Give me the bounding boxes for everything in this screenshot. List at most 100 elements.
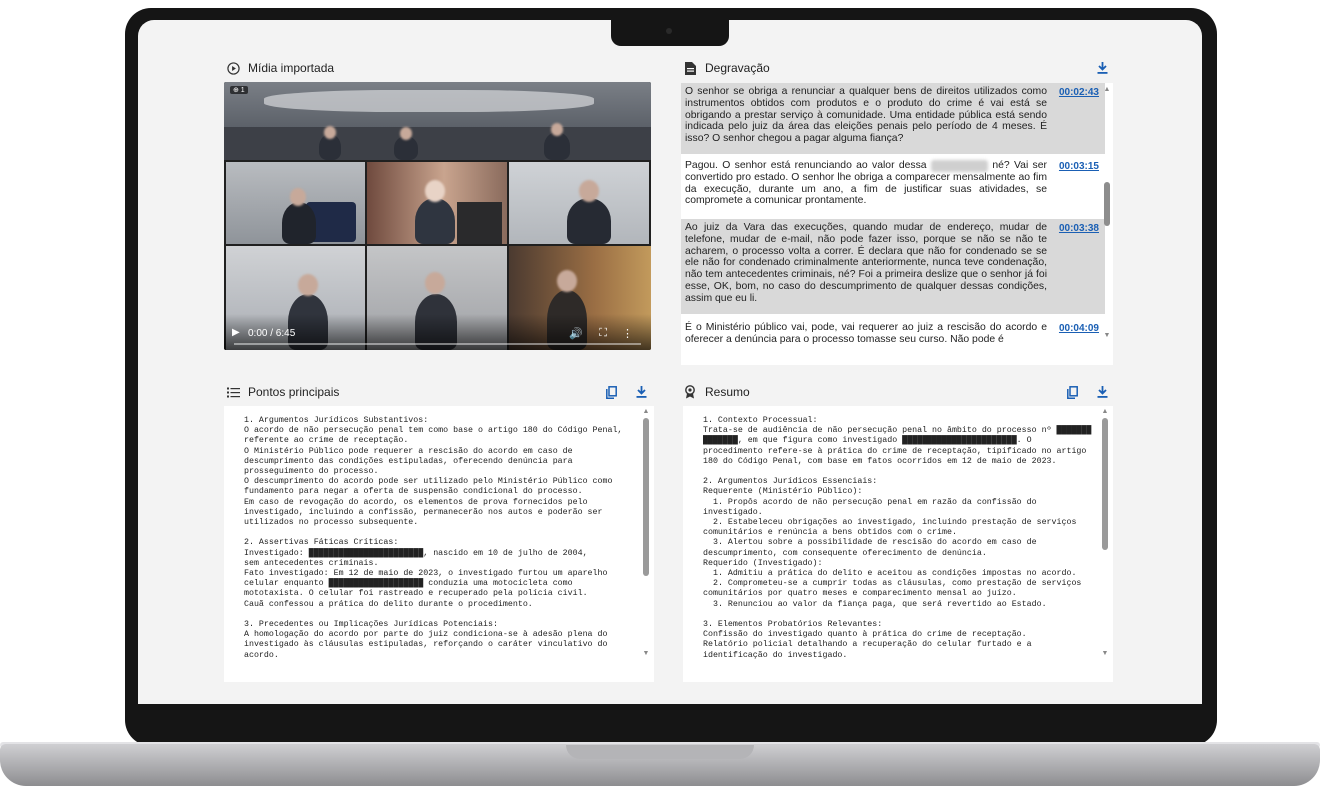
text-line: Trata-se de audiência de não persecução … bbox=[703, 426, 1092, 436]
segment-timestamp[interactable]: 00:02:43 bbox=[1059, 87, 1099, 99]
video-tile bbox=[226, 162, 365, 244]
text-line: Confissão do investigado quanto à prátic… bbox=[703, 630, 1027, 640]
text-line: 3. Renunciou ao valor da fiança paga, qu… bbox=[703, 599, 1047, 609]
scrollbar-thumb[interactable] bbox=[1102, 418, 1108, 550]
segment-text: O senhor se obriga a renunciar a qualque… bbox=[685, 86, 1047, 145]
scroll-down-icon[interactable]: ▼ bbox=[1101, 650, 1109, 657]
scroll-down-icon[interactable]: ▼ bbox=[1103, 332, 1111, 339]
text-line: 1. Propôs acordo de não persecução penal… bbox=[703, 497, 1037, 507]
key-points-title: Pontos principais bbox=[248, 385, 340, 399]
text-line: referente ao crime de receptação. bbox=[244, 436, 409, 446]
laptop-notch bbox=[566, 745, 754, 759]
text-line: Investigado: ███████████████████████, na… bbox=[244, 548, 588, 558]
segment-timestamp[interactable]: 00:03:15 bbox=[1059, 161, 1099, 173]
text-line: fundamento para negar a oferta de suspen… bbox=[244, 487, 583, 497]
text-line: procedimento refere-se à prática do crim… bbox=[703, 446, 1087, 456]
transcript-segment[interactable]: Ao juiz da Vara das execuções, quando mu… bbox=[681, 219, 1105, 314]
text-line: descumprimento, com consequente oferecim… bbox=[703, 548, 987, 558]
text-line: Relatório policial detalhando a recupera… bbox=[703, 640, 1032, 650]
award-icon bbox=[681, 383, 699, 401]
transcript-panel-header: Degravação bbox=[681, 58, 1111, 80]
app-screen: Mídia importada ⊕ 1 ▶ 0:00 / 6:45 🔊 ⛶ ⋮ … bbox=[138, 20, 1202, 704]
media-panel: Mídia importada bbox=[224, 58, 651, 80]
text-line: 180 do Código Penal, com base em fatos o… bbox=[703, 456, 1057, 466]
scrollbar-thumb[interactable] bbox=[643, 418, 649, 576]
text-line: comunitários e renúncia a bens obtidos c… bbox=[703, 528, 957, 538]
scroll-up-icon[interactable]: ▲ bbox=[1101, 408, 1109, 415]
media-title: Mídia importada bbox=[248, 61, 335, 75]
text-line: Em caso de revogação do acordo, os eleme… bbox=[244, 497, 588, 507]
document-icon bbox=[681, 59, 699, 77]
transcript-segment[interactable]: Pagou. O senhor está renunciando ao valo… bbox=[681, 157, 1105, 217]
download-icon[interactable] bbox=[1093, 383, 1111, 401]
text-line bbox=[244, 610, 636, 620]
text-line: acordo. bbox=[244, 650, 279, 660]
segment-text: Pagou. O senhor está renunciando ao valo… bbox=[685, 160, 927, 171]
text-line: investigado. bbox=[703, 507, 763, 517]
video-time: 0:00 / 6:45 bbox=[248, 328, 296, 339]
live-badge: ⊕ 1 bbox=[230, 86, 248, 94]
transcript-segment[interactable]: O senhor se obriga a renunciar a qualque… bbox=[681, 83, 1105, 154]
copy-icon[interactable] bbox=[1063, 383, 1081, 401]
text-line: identificação do investigado. bbox=[703, 650, 848, 660]
segment-timestamp[interactable]: 00:04:09 bbox=[1059, 323, 1099, 335]
text-line: ███████, em que figura como investigado … bbox=[703, 436, 1032, 446]
text-line: sem antecedentes criminais. bbox=[244, 558, 379, 568]
download-icon[interactable] bbox=[632, 383, 650, 401]
text-line: 2. Argumentos Jurídicos Essenciais: bbox=[703, 477, 878, 487]
play-circle-icon bbox=[224, 59, 242, 77]
text-line bbox=[703, 610, 1095, 620]
segment-timestamp[interactable]: 00:03:38 bbox=[1059, 223, 1099, 235]
text-line: 1. Argumentos Jurídicos Substantivos: bbox=[244, 416, 429, 425]
text-line: investigado às cláusulas estipuladas, re… bbox=[244, 640, 608, 650]
text-line: prosseguimento do processo. bbox=[244, 467, 379, 477]
text-line: O descumprimento do acordo pode ser util… bbox=[244, 477, 613, 487]
transcript-title: Degravação bbox=[705, 61, 770, 75]
scroll-down-icon[interactable]: ▼ bbox=[642, 650, 650, 657]
fullscreen-icon[interactable]: ⛶ bbox=[599, 327, 607, 340]
video-tile bbox=[509, 162, 649, 244]
text-line: O acordo de não persecução penal tem com… bbox=[244, 426, 623, 436]
text-line: descumprimento das condições estipuladas… bbox=[244, 456, 573, 466]
text-line: mototaxista. O celular foi rastreado e r… bbox=[244, 589, 588, 599]
transcript-list[interactable]: O senhor se obriga a renunciar a qualque… bbox=[681, 83, 1113, 365]
text-line: Requerido (Investigado): bbox=[703, 558, 823, 568]
summary-header: Resumo bbox=[681, 382, 1111, 404]
copy-icon[interactable] bbox=[602, 383, 620, 401]
text-line: Requerente (Ministério Público): bbox=[703, 487, 863, 497]
summary-scrollbar[interactable] bbox=[1102, 418, 1108, 674]
text-line: celular enquanto ███████████████████ con… bbox=[244, 579, 573, 589]
summary-text[interactable]: 1. Contexto Processual: Trata-se de audiê… bbox=[683, 406, 1113, 682]
text-line: utilizados no processo subsequente. bbox=[244, 518, 419, 528]
scroll-up-icon[interactable]: ▲ bbox=[1103, 86, 1111, 93]
key-points-header: Pontos principais bbox=[224, 382, 650, 404]
download-icon[interactable] bbox=[1093, 59, 1111, 77]
scrollbar-thumb[interactable] bbox=[1104, 182, 1110, 226]
text-line: 1. Admitiu a prática do delito e aceitou… bbox=[703, 569, 1077, 579]
text-line: O Ministério Público pode requerer a res… bbox=[244, 446, 573, 456]
video-tile: ⊕ 1 bbox=[224, 82, 651, 160]
more-options-icon[interactable]: ⋮ bbox=[622, 327, 633, 340]
text-line: 2. Assertivas Fáticas Críticas: bbox=[244, 538, 399, 548]
text-line bbox=[244, 528, 636, 538]
key-points-text[interactable]: 1. Argumentos Jurídicos Substantivos: O a… bbox=[224, 406, 654, 682]
scroll-up-icon[interactable]: ▲ bbox=[642, 408, 650, 415]
text-line: comunitários por quatro meses e comparec… bbox=[703, 589, 1017, 599]
text-line: A homologação do acordo por parte do jui… bbox=[244, 630, 608, 640]
segment-text: É o Ministério público vai, pode, vai re… bbox=[685, 322, 1047, 345]
text-line bbox=[703, 467, 1095, 477]
video-progress-bar[interactable] bbox=[234, 343, 641, 345]
transcript-segment[interactable]: É o Ministério público vai, pode, vai re… bbox=[681, 319, 1105, 365]
text-line: 2. Estabeleceu obrigações ao investigado… bbox=[703, 518, 1077, 528]
text-line: 1. Contexto Processual: bbox=[703, 416, 818, 425]
play-icon[interactable]: ▶ bbox=[232, 327, 240, 338]
text-line: 3. Elementos Probatórios Relevantes: bbox=[703, 620, 883, 630]
text-line: Fato investigado: Em 12 de maio de 2023,… bbox=[244, 569, 608, 579]
transcript-scrollbar[interactable] bbox=[1104, 96, 1110, 336]
text-line: 3. Alertou sobre a possibilidade de resc… bbox=[703, 538, 1037, 548]
volume-icon[interactable]: 🔊 bbox=[569, 327, 583, 340]
text-line: 3. Precedentes ou Implicações Jurídicas … bbox=[244, 620, 498, 630]
list-icon bbox=[224, 383, 242, 401]
key-points-scrollbar[interactable] bbox=[643, 418, 649, 674]
video-player[interactable]: ⊕ 1 ▶ 0:00 / 6:45 🔊 ⛶ ⋮ bbox=[224, 82, 651, 350]
